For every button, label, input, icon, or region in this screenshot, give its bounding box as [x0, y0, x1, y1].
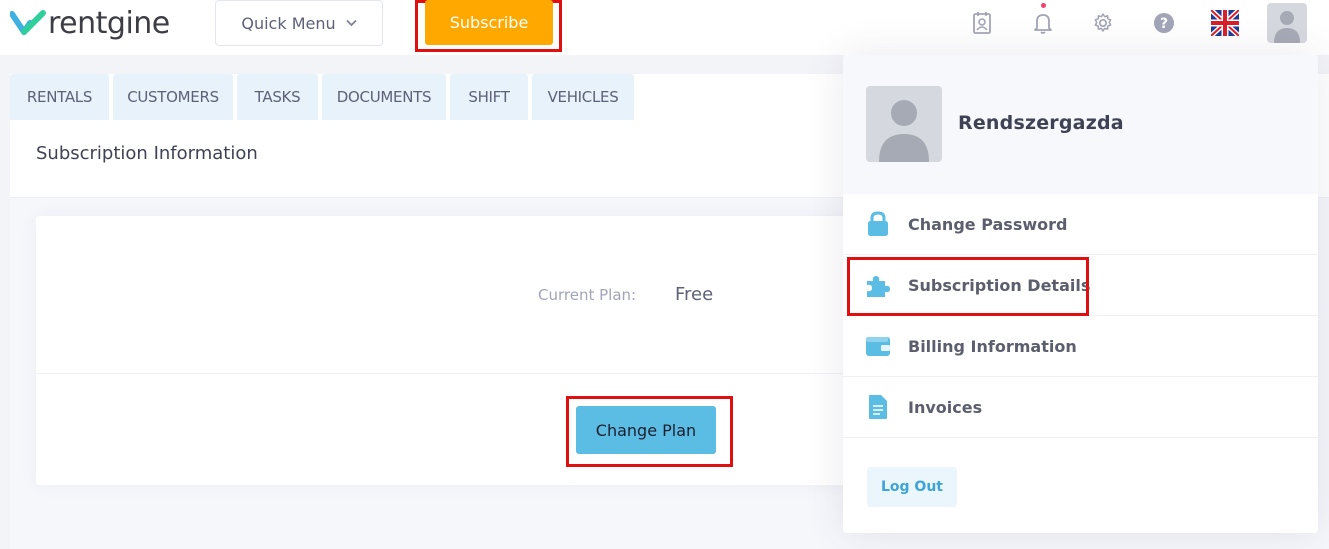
user-name: Rendszergazda	[958, 112, 1124, 134]
card-divider	[36, 373, 886, 374]
notification-dot	[1041, 3, 1046, 8]
menu-item-label: Invoices	[908, 397, 983, 417]
menu-item-invoices[interactable]: Invoices	[843, 377, 1318, 438]
user-avatar-icon	[1274, 11, 1300, 43]
main-tabs: RENTALS CUSTOMERS TASKS DOCUMENTS SHIFT …	[10, 74, 634, 120]
subscribe-button[interactable]: Subscribe	[425, 0, 553, 45]
chevron-down-icon	[345, 17, 357, 30]
tab-vehicles[interactable]: VEHICLES	[532, 74, 634, 120]
bell-icon[interactable]	[1028, 3, 1058, 38]
current-plan-value: Free	[675, 284, 714, 305]
menu-item-label: Billing Information	[908, 336, 1077, 356]
wallet-icon	[865, 333, 891, 359]
gear-icon[interactable]	[1088, 8, 1118, 38]
change-plan-button[interactable]: Change Plan	[576, 406, 716, 454]
logo-text: rentgine	[48, 5, 170, 41]
lock-icon	[865, 211, 891, 237]
subscription-card: Current Plan: Free	[36, 216, 886, 485]
contact-book-icon[interactable]	[967, 8, 997, 38]
tab-rentals[interactable]: RENTALS	[10, 74, 109, 120]
tab-tasks[interactable]: TASKS	[237, 74, 318, 120]
tab-customers[interactable]: CUSTOMERS	[113, 74, 233, 120]
document-icon	[865, 394, 891, 420]
quick-menu-label: Quick Menu	[241, 13, 336, 33]
quick-menu-button[interactable]: Quick Menu	[215, 0, 383, 46]
user-avatar	[866, 86, 942, 162]
subscription-details-highlight-box	[847, 257, 1089, 316]
page-title: Subscription Information	[36, 143, 258, 164]
user-menu-header: Rendszergazda	[843, 55, 1318, 194]
svg-text:?: ?	[1160, 16, 1168, 32]
current-plan-label: Current Plan:	[538, 286, 637, 304]
rentgine-logo-icon	[10, 10, 46, 35]
rentgine-logo[interactable]: rentgine	[10, 5, 170, 41]
menu-item-change-password[interactable]: Change Password	[843, 194, 1318, 255]
user-silhouette-icon	[879, 100, 929, 162]
tab-documents[interactable]: DOCUMENTS	[322, 74, 446, 120]
logout-button[interactable]: Log Out	[867, 467, 957, 507]
menu-item-billing-information[interactable]: Billing Information	[843, 316, 1318, 377]
uk-flag-icon[interactable]	[1210, 8, 1240, 38]
user-avatar-button[interactable]	[1267, 3, 1307, 43]
menu-item-label: Change Password	[908, 214, 1068, 234]
help-icon[interactable]: ?	[1149, 8, 1179, 38]
top-header: rentgine Quick Menu Subscribe ?	[0, 0, 1329, 55]
tab-shift[interactable]: SHIFT	[450, 74, 528, 120]
